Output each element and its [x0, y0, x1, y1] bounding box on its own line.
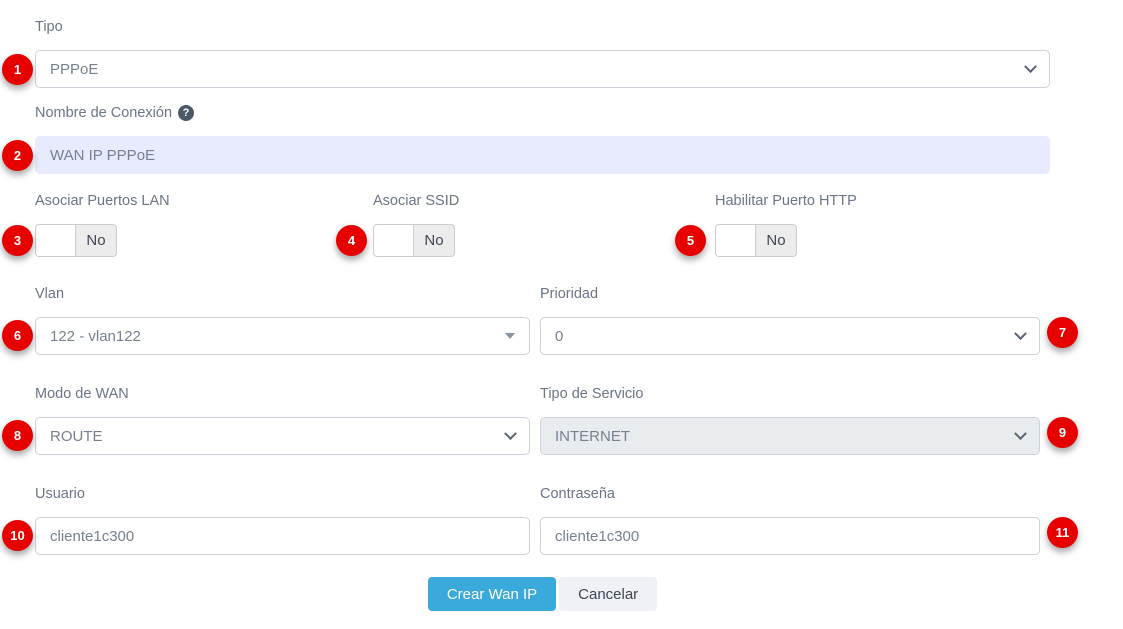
- field-habilitar-puerto-http: Habilitar Puerto HTTP No: [715, 192, 1050, 257]
- annotation-badge-4: 4: [336, 225, 367, 256]
- toggle-knob: [374, 225, 414, 256]
- vlan-prioridad-row: Vlan 122 - vlan122 Prioridad 0: [35, 285, 1050, 355]
- asociar-ssid-label: Asociar SSID: [373, 192, 715, 210]
- tipo-label: Tipo: [35, 18, 1050, 36]
- chevron-down-icon: [1024, 60, 1037, 73]
- vlan-label: Vlan: [35, 285, 530, 303]
- usuario-input[interactable]: [35, 517, 530, 555]
- wan-create-form-page: Tipo PPPoE Nombre de Conexión ? Asociar …: [0, 0, 1123, 629]
- field-tipo: Tipo PPPoE: [35, 18, 1050, 88]
- toggles-row: Asociar Puertos LAN No Asociar SSID No H…: [35, 192, 1050, 257]
- contrasena-label: Contraseña: [540, 485, 1040, 503]
- toggle-knob: [716, 225, 756, 256]
- question-circle-icon[interactable]: ?: [178, 105, 194, 121]
- annotation-badge-10: 10: [2, 520, 33, 551]
- annotation-badge-5: 5: [675, 225, 706, 256]
- field-vlan: Vlan 122 - vlan122: [35, 285, 530, 355]
- tipo-select[interactable]: PPPoE: [35, 50, 1050, 88]
- modo-wan-selected-value: ROUTE: [50, 428, 103, 445]
- tipo-servicio-select: INTERNET: [540, 417, 1040, 455]
- tipo-servicio-label: Tipo de Servicio: [540, 385, 1040, 403]
- annotation-badge-7: 7: [1047, 317, 1078, 348]
- prioridad-selected-value: 0: [555, 328, 563, 345]
- toggle-off-label: No: [756, 225, 796, 256]
- field-usuario: Usuario: [35, 485, 530, 555]
- vlan-selected-value: 122 - vlan122: [50, 328, 141, 345]
- prioridad-select[interactable]: 0: [540, 317, 1040, 355]
- habilitar-puerto-http-label: Habilitar Puerto HTTP: [715, 192, 1050, 210]
- vlan-select[interactable]: 122 - vlan122: [35, 317, 530, 355]
- usuario-label: Usuario: [35, 485, 530, 503]
- chevron-down-icon: [1014, 327, 1027, 340]
- asociar-ssid-toggle[interactable]: No: [373, 224, 455, 257]
- toggle-off-label: No: [76, 225, 116, 256]
- annotation-badge-3: 3: [2, 225, 33, 256]
- cancelar-button[interactable]: Cancelar: [559, 577, 657, 611]
- field-contrasena: Contraseña: [540, 485, 1040, 555]
- chevron-down-icon: [504, 427, 517, 440]
- asociar-puertos-lan-toggle[interactable]: No: [35, 224, 117, 257]
- annotation-badge-6: 6: [2, 320, 33, 351]
- annotation-badge-9: 9: [1047, 417, 1078, 448]
- crear-wan-ip-button[interactable]: Crear Wan IP: [428, 577, 556, 611]
- form-actions: Crear Wan IP Cancelar: [35, 577, 1050, 611]
- annotation-badge-8: 8: [2, 420, 33, 451]
- modo-wan-select[interactable]: ROUTE: [35, 417, 530, 455]
- credentials-row: Usuario Contraseña: [35, 485, 1050, 555]
- field-prioridad: Prioridad 0: [540, 285, 1040, 355]
- tipo-servicio-selected-value: INTERNET: [555, 428, 630, 445]
- habilitar-puerto-http-toggle[interactable]: No: [715, 224, 797, 257]
- caret-down-icon: [505, 333, 515, 339]
- modo-wan-label: Modo de WAN: [35, 385, 530, 403]
- form-content: Tipo PPPoE Nombre de Conexión ? Asociar …: [35, 0, 1050, 611]
- chevron-down-icon: [1014, 427, 1027, 440]
- tipo-selected-value: PPPoE: [50, 61, 98, 78]
- field-tipo-servicio: Tipo de Servicio INTERNET: [540, 385, 1040, 455]
- annotation-badge-1: 1: [2, 54, 33, 85]
- annotation-badge-2: 2: [2, 140, 33, 171]
- contrasena-input[interactable]: [540, 517, 1040, 555]
- annotation-badge-11: 11: [1047, 517, 1078, 548]
- toggle-off-label: No: [414, 225, 454, 256]
- field-modo-wan: Modo de WAN ROUTE: [35, 385, 530, 455]
- asociar-puertos-lan-label: Asociar Puertos LAN: [35, 192, 373, 210]
- modo-servicio-row: Modo de WAN ROUTE Tipo de Servicio INTER…: [35, 385, 1050, 455]
- nombre-conexion-input[interactable]: [35, 136, 1050, 174]
- field-nombre-conexion: Nombre de Conexión ?: [35, 104, 1050, 174]
- field-asociar-puertos-lan: Asociar Puertos LAN No: [35, 192, 373, 257]
- field-asociar-ssid: Asociar SSID No: [373, 192, 715, 257]
- toggle-knob: [36, 225, 76, 256]
- nombre-conexion-label: Nombre de Conexión ?: [35, 104, 1050, 122]
- prioridad-label: Prioridad: [540, 285, 1040, 303]
